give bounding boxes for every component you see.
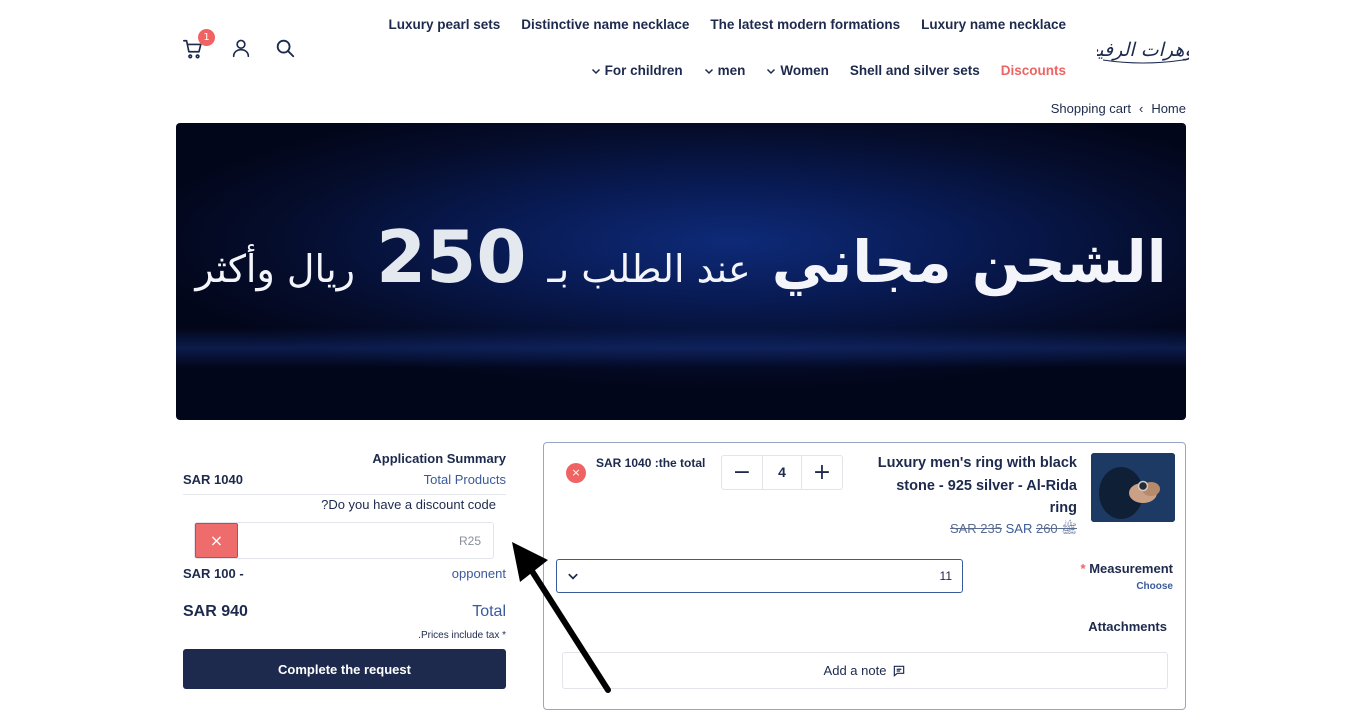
nav-item-name-necklace[interactable]: Distinctive name necklace	[521, 17, 689, 32]
product-extra-price: ﷺ 260	[1035, 521, 1077, 536]
product-currency: SAR	[1005, 521, 1033, 536]
add-note-label: Add a note	[823, 663, 887, 678]
banner-mid-text: عند الطلب بـ	[547, 247, 751, 291]
breadcrumb-separator: ‹	[1138, 101, 1144, 116]
tax-note: .Prices include tax *	[418, 630, 506, 641]
quantity-value[interactable]: 4	[762, 456, 802, 489]
banner-headline: الشحن مجاني	[771, 228, 1167, 296]
discount-row: SAR 100 - opponent	[183, 566, 506, 581]
quantity-decrease-button[interactable]: −	[722, 456, 762, 489]
promo-banner: الشحن مجاني عند الطلب بـ 250 ريال وأكثر	[176, 123, 1186, 420]
cart-item-card: × SAR 1040 :the total − 4 + Luxury men's…	[543, 442, 1186, 710]
grand-total-value: SAR 940	[183, 603, 248, 620]
discount-label: opponent	[451, 566, 506, 581]
main-nav-row-2: For children men Women Shell and silver …	[591, 63, 1066, 78]
banner-text: الشحن مجاني عند الطلب بـ 250 ريال وأكثر	[176, 215, 1186, 299]
measurement-label: * Measurement	[1081, 561, 1174, 576]
order-summary-title: Application Summary	[372, 451, 506, 466]
discount-clear-button[interactable]: ×	[195, 523, 238, 558]
quantity-increase-button[interactable]: +	[802, 456, 842, 489]
main-nav-row-1: Luxury pearl sets Distinctive name neckl…	[389, 17, 1067, 32]
breadcrumb-current: Shopping cart	[1050, 101, 1131, 116]
discount-code-input[interactable]	[239, 523, 491, 558]
user-icon	[232, 39, 250, 58]
discount-code-question: ?Do you have a discount code	[321, 497, 496, 512]
nav-item-children[interactable]: For children	[591, 63, 683, 78]
quantity-stepper: − 4 +	[721, 455, 843, 490]
remove-item-button[interactable]: ×	[566, 463, 586, 483]
discount-code-field: ×	[194, 522, 494, 559]
nav-item-pearl-sets[interactable]: Luxury pearl sets	[389, 17, 501, 32]
product-price: SAR 235 SAR ﷺ 260	[950, 521, 1077, 540]
measurement-value: 11	[939, 569, 952, 583]
grand-total-row: SAR 940 Total	[183, 603, 506, 621]
nav-item-men[interactable]: men	[704, 63, 746, 78]
banner-amount: 250	[376, 215, 527, 299]
chevron-down-icon	[591, 68, 600, 74]
chevron-down-icon	[767, 68, 776, 74]
nav-item-label: For children	[604, 63, 683, 78]
nav-item-label: men	[717, 63, 746, 78]
search-button[interactable]	[274, 37, 296, 59]
chevron-down-icon	[704, 68, 713, 74]
add-note-button[interactable]: Add a note	[562, 652, 1168, 689]
total-products-label: Total Products	[423, 472, 506, 487]
search-icon	[276, 39, 295, 58]
measurement-choose-link[interactable]: Choose	[1136, 581, 1173, 592]
nav-item-discounts[interactable]: Discounts	[1001, 63, 1066, 78]
breadcrumb: Shopping cart ‹ Home	[1051, 101, 1186, 116]
annotation-arrow	[512, 542, 611, 693]
total-products-row: SAR 1040 Total Products	[183, 472, 506, 495]
attachments-label: Attachments	[1088, 619, 1167, 634]
nav-item-shell-silver-sets[interactable]: Shell and silver sets	[850, 63, 980, 78]
svg-text:مجوهرات الرفيعان: مجوهرات الرفيعان	[1097, 39, 1189, 61]
breadcrumb-home-link[interactable]: Home	[1151, 101, 1186, 116]
nav-item-label: Women	[780, 63, 829, 78]
measurement-label-text: Measurement	[1089, 561, 1173, 576]
banner-tail-text: ريال وأكثر	[195, 247, 356, 291]
nav-item-luxury-name-necklace[interactable]: Luxury name necklace	[921, 17, 1066, 32]
complete-order-button[interactable]: Complete the request	[183, 649, 506, 689]
item-line-total: SAR 1040 :the total	[596, 456, 706, 470]
discount-value: SAR 100 -	[183, 566, 244, 581]
ring-hand-image	[1091, 453, 1175, 522]
note-icon	[894, 665, 905, 677]
product-old-price: SAR 235	[949, 521, 1002, 536]
product-name[interactable]: Luxury men's ring with black stone - 925…	[877, 452, 1077, 520]
product-image[interactable]	[1091, 453, 1175, 522]
order-summary-panel: Application Summary SAR 1040 Total Produ…	[176, 442, 514, 700]
cart-count-badge: 1	[198, 29, 215, 46]
total-products-value: SAR 1040	[183, 472, 243, 487]
nav-item-women[interactable]: Women	[766, 63, 829, 78]
store-logo[interactable]: مجوهرات الرفيعان	[1097, 26, 1189, 68]
required-marker: *	[1080, 561, 1086, 576]
nav-item-modern-formations[interactable]: The latest modern formations	[710, 17, 900, 32]
account-button[interactable]	[230, 37, 252, 59]
